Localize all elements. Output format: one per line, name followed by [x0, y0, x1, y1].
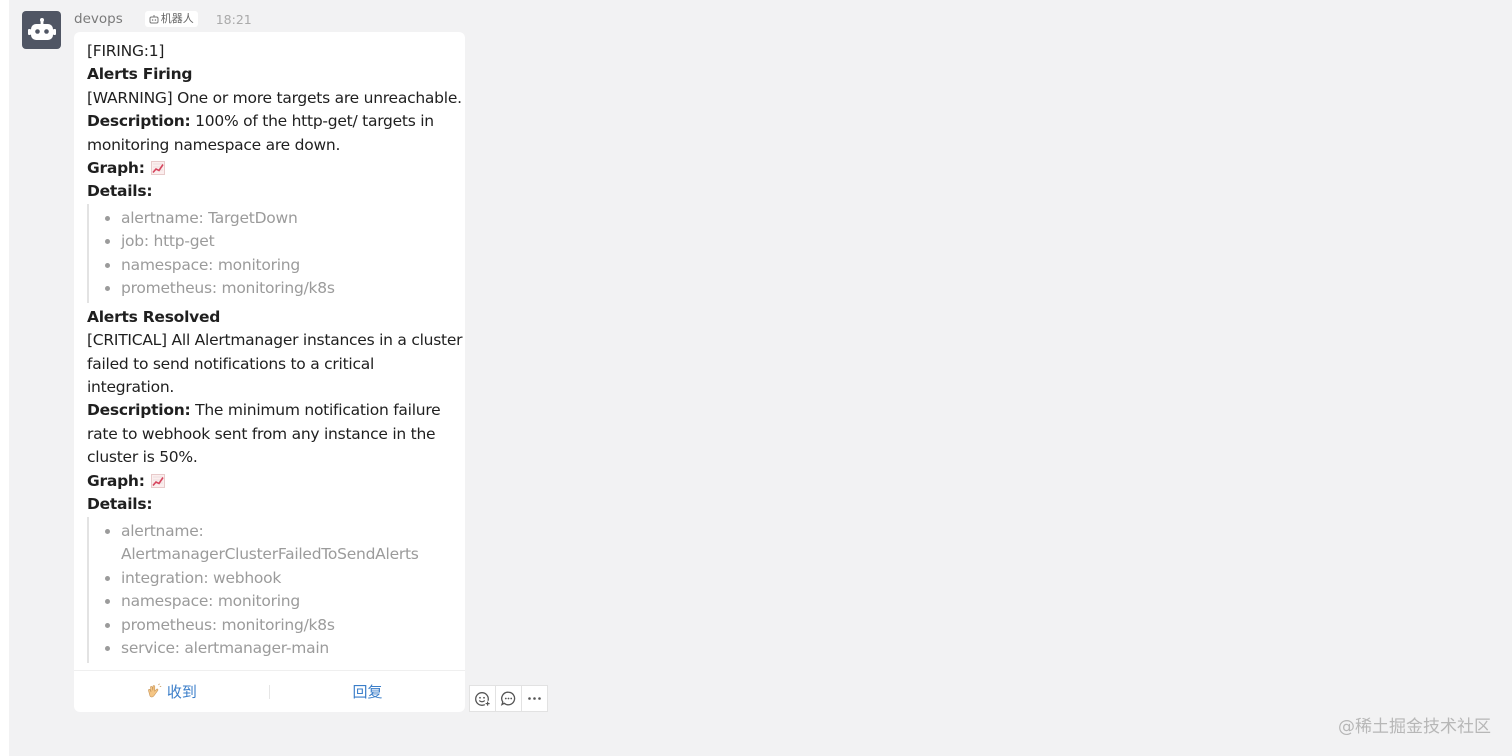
list-item: namespace: monitoring — [121, 254, 459, 278]
robot-small-icon — [149, 15, 159, 24]
firing-count: [FIRING:1] — [87, 42, 165, 60]
list-item: service: alertmanager-main — [121, 637, 459, 661]
list-item: namespace: monitoring — [121, 590, 459, 614]
resolved-description-cont: rate to webhook sent from any instance i… — [87, 424, 436, 443]
resolved-graph: Graph: — [87, 470, 459, 493]
graph-label: Graph: — [87, 159, 145, 178]
message-header: devops 机器人 18:21 — [74, 10, 252, 28]
resolved-description: Description: The minimum notification fa… — [87, 401, 441, 420]
resolved-details-block: alertname:AlertmanagerClusterFailedToSen… — [87, 516, 459, 663]
more-button[interactable] — [521, 685, 548, 712]
resolved-details-label: Details: — [87, 495, 153, 514]
more-icon — [528, 697, 541, 700]
list-item: prometheus: monitoring/k8s — [121, 277, 459, 301]
message-time: 18:21 — [215, 11, 252, 27]
emoji-icon — [475, 692, 491, 707]
firing-details-block: alertname: TargetDown job: http-get name… — [87, 203, 459, 303]
message-actions — [469, 685, 548, 712]
graph-label: Graph: — [87, 471, 145, 490]
resolved-summary: [CRITICAL] All Alertmanager instances in… — [87, 331, 463, 350]
reply-button-label: 回复 — [352, 683, 383, 701]
list-item: prometheus: monitoring/k8s — [121, 614, 459, 638]
list-item: integration: webhook — [121, 567, 459, 591]
watermark: @稀土掘金技术社区 — [1338, 717, 1491, 737]
message-content: [FIRING:1] Alerts Firing [WARNING] One o… — [87, 40, 463, 663]
resolved-description-cont: cluster is 50%. — [87, 448, 198, 467]
resolved-summary-cont: integration. — [87, 378, 175, 397]
firing-graph: Graph: — [87, 157, 459, 180]
description-label: Description: — [87, 401, 191, 420]
robot-icon — [27, 18, 56, 40]
sender-name[interactable]: devops — [74, 11, 123, 27]
resolved-summary-cont: failed to send notifications to a critic… — [87, 354, 375, 373]
resolved-details-list: alertname:AlertmanagerClusterFailedToSen… — [89, 520, 459, 661]
bot-badge: 机器人 — [144, 11, 198, 27]
comment-button[interactable] — [495, 685, 522, 712]
chart-icon[interactable] — [151, 473, 166, 488]
card-footer: 收到 回复 — [74, 670, 465, 712]
firing-summary: [WARNING] One or more targets are unreac… — [87, 88, 462, 107]
description-label: Description: — [87, 112, 191, 131]
firing-description-cont: monitoring namespace are down. — [87, 135, 341, 154]
list-item: job: http-get — [121, 230, 459, 254]
ack-button-label: 收到 — [166, 683, 197, 701]
left-sidebar-strip — [0, 0, 9, 756]
firing-description: Description: 100% of the http-get/ targe… — [87, 112, 434, 131]
comment-icon — [500, 691, 516, 706]
list-item: alertname:AlertmanagerClusterFailedToSen… — [121, 520, 459, 567]
resolved-title: Alerts Resolved — [87, 307, 221, 326]
firing-title: Alerts Firing — [87, 65, 193, 84]
firing-details-list: alertname: TargetDown job: http-get name… — [89, 207, 459, 301]
list-item: alertname: TargetDown — [121, 207, 459, 231]
bot-badge-label: 机器人 — [160, 12, 194, 25]
reply-button[interactable]: 回复 — [270, 681, 465, 702]
clap-hands-icon — [148, 683, 162, 698]
ack-button[interactable]: 收到 — [74, 681, 269, 702]
emoji-reaction-button[interactable] — [469, 685, 496, 712]
chart-icon[interactable] — [151, 161, 166, 176]
avatar[interactable] — [22, 11, 61, 49]
firing-details-label: Details: — [87, 182, 153, 201]
message-card: [FIRING:1] Alerts Firing [WARNING] One o… — [74, 32, 465, 712]
